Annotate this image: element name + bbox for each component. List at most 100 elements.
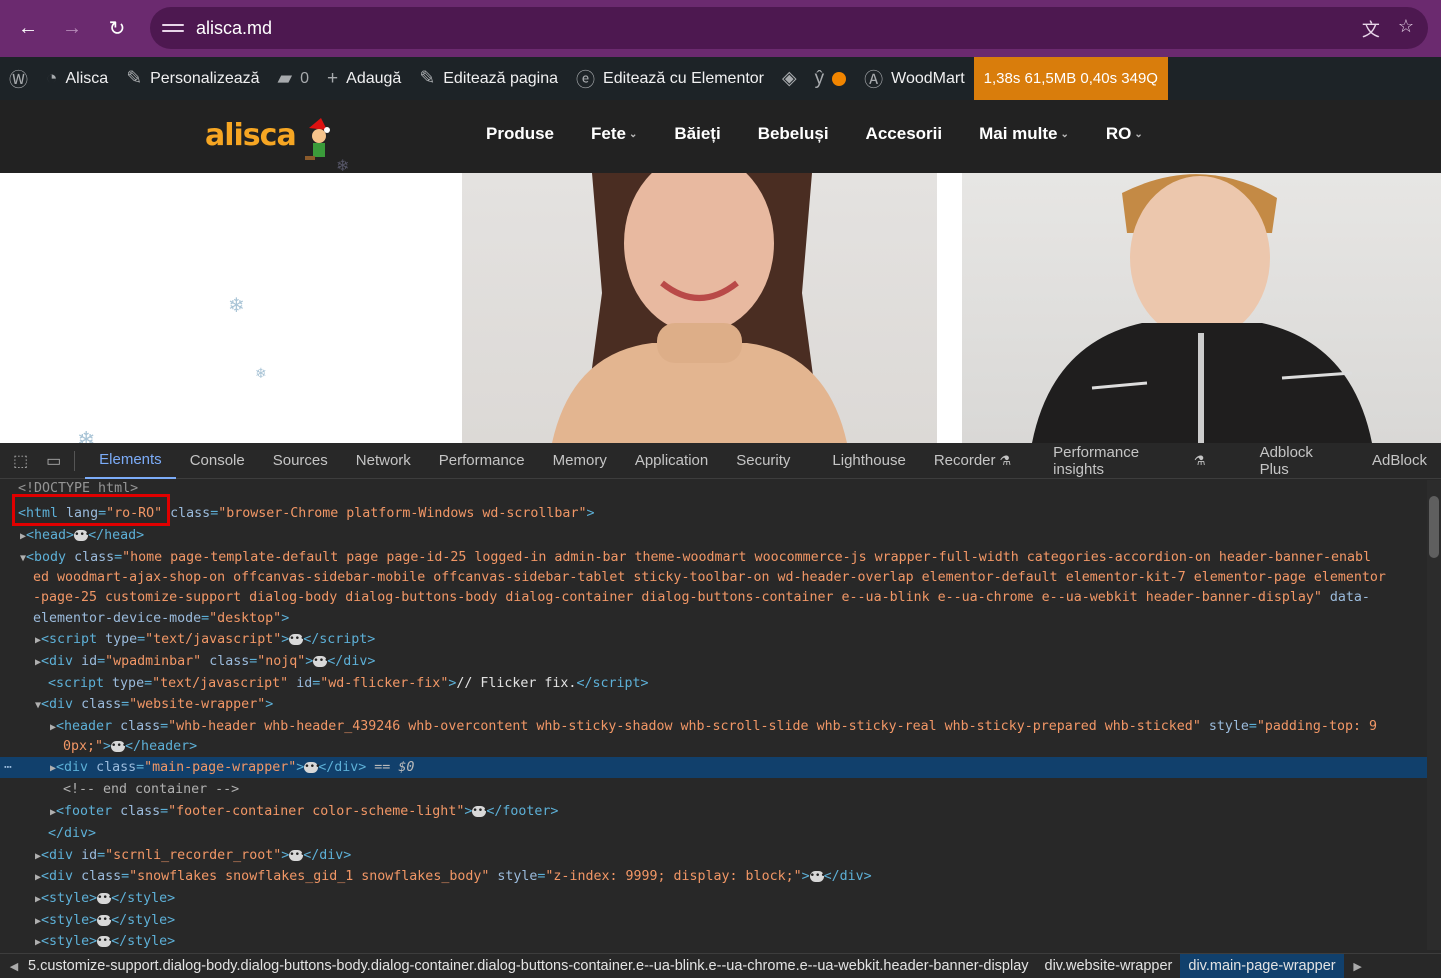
nav-produse[interactable]: Produse [486, 124, 554, 144]
ellipsis-icon[interactable]: ••• [111, 740, 127, 752]
dom-node-wpadminbar[interactable]: ▶<div id="wpadminbar" class="nojq">•••</… [35, 651, 375, 672]
dom-node-style[interactable]: ▶<style>•••</style> [35, 888, 175, 909]
chevron-down-icon: ⌄ [1060, 128, 1069, 140]
diamond-menu[interactable]: ◈ [773, 57, 806, 100]
attr-value: "padding-top: 9 [1256, 719, 1377, 734]
yoast-menu[interactable]: ŷ [806, 57, 856, 100]
reload-icon[interactable]: ↻ [99, 10, 135, 46]
tab-application[interactable]: Application [621, 443, 722, 479]
ellipsis-icon[interactable]: ••• [809, 870, 826, 882]
tab-sources[interactable]: Sources [259, 443, 342, 479]
comment-icon: ▰ [277, 68, 293, 89]
tab-adblock[interactable]: AdBlock [1358, 443, 1441, 479]
nav-bebelusi[interactable]: Bebeluși [758, 124, 829, 144]
tab-performance[interactable]: Performance [425, 443, 539, 479]
dom-node-website-wrapper[interactable]: ▼<div class="website-wrapper"> [35, 694, 273, 715]
dom-node-main-page-wrapper[interactable]: ▶<div class="main-page-wrapper">•••</div… [50, 757, 414, 778]
ellipsis-icon[interactable]: ••• [304, 761, 321, 773]
ellipsis-icon[interactable]: ••• [289, 849, 306, 861]
tab-recorder[interactable]: Recorder ⚗ [920, 443, 1025, 479]
breadcrumb-website-wrapper[interactable]: div.website-wrapper [1037, 954, 1181, 978]
dom-comment[interactable]: <!-- end container --> [63, 779, 239, 800]
tab-adblock-plus[interactable]: Adblock Plus [1246, 443, 1358, 479]
translate-icon[interactable]: 文 [1362, 16, 1380, 42]
dom-node-footer[interactable]: ▶<footer class="footer-container color-s… [50, 801, 558, 822]
edit-elementor-label: Editează cu Elementor [603, 69, 765, 87]
dom-node-style[interactable]: ▶<style>•••</style> [35, 910, 175, 931]
bookmark-star-icon[interactable]: ☆ [1398, 16, 1414, 42]
breadcrumb-main-page-wrapper[interactable]: div.main-page-wrapper [1180, 953, 1344, 978]
body-class-part: -page-25 customize-support dialog-body d… [33, 590, 1314, 605]
dom-node-style[interactable]: ▶<style>•••</style> [35, 931, 175, 950]
scroll-right-icon[interactable]: ▶ [1344, 960, 1372, 973]
url-text[interactable]: alisca.md [196, 18, 272, 39]
attr-value: "browser-Chrome platform-Windows wd-scro… [218, 506, 587, 521]
wp-logo-menu[interactable]: Ⓦ [0, 57, 37, 100]
scroll-left-icon[interactable]: ◀ [0, 960, 28, 973]
tab-network[interactable]: Network [342, 443, 425, 479]
tab-memory[interactable]: Memory [539, 443, 621, 479]
nav-fete[interactable]: Fete ⌄ [591, 124, 637, 144]
comments-link[interactable]: ▰ 0 [269, 57, 319, 100]
site-logo[interactable]: alisca [205, 114, 355, 170]
experiment-flask-icon: ⚗ [1193, 452, 1206, 468]
tab-console[interactable]: Console [176, 443, 259, 479]
snowflake-icon: ❄ [228, 295, 245, 317]
query-monitor-stats[interactable]: 1,38s 61,5MB 0,40s 349Q [973, 57, 1168, 100]
customize-link[interactable]: ✎ Personalizează [117, 57, 268, 100]
tab-elements[interactable]: Elements [85, 443, 176, 479]
edit-page-label: Editează pagina [443, 69, 559, 87]
node-actions-icon[interactable]: ⋯ [4, 757, 12, 778]
ellipsis-icon[interactable]: ••• [289, 633, 306, 645]
ellipsis-icon[interactable]: ••• [97, 892, 113, 904]
attr-value: "wpadminbar" [105, 654, 202, 669]
tab-lighthouse[interactable]: Lighthouse [818, 443, 919, 479]
add-new-menu[interactable]: + Adaugă [318, 57, 410, 100]
scrollbar-thumb[interactable] [1429, 496, 1439, 558]
ellipsis-icon[interactable]: ••• [472, 805, 489, 817]
dom-breadcrumb: ◀ 5.customize-support.dialog-body.dialog… [0, 953, 1441, 978]
dom-node-body[interactable]: ▼<body class="home page-template-default… [20, 547, 1371, 568]
body-class-continued: ed woodmart-ajax-shop-on offcanvas-sideb… [33, 570, 1386, 585]
nav-label: RO [1105, 124, 1132, 143]
nav-language[interactable]: RO ⌄ [1106, 124, 1143, 144]
attr-value: "website-wrapper" [129, 697, 266, 712]
nav-label: Bebeluși [757, 124, 829, 143]
tab-security[interactable]: Security [722, 443, 804, 479]
edit-elementor-link[interactable]: ⓔ Editează cu Elementor [567, 57, 773, 100]
attr-value: "z-index: 9999; display: block;" [545, 869, 802, 884]
attr-value: "nojq" [257, 654, 306, 669]
nav-mai-multe[interactable]: Mai multe ⌄ [979, 124, 1069, 144]
tab-performance-insights[interactable]: Performance insights ⚗ [1039, 443, 1219, 479]
forward-icon[interactable]: → [54, 10, 90, 46]
attr-value: "whb-header whb-header_439246 whb-overco… [168, 719, 1201, 734]
ellipsis-icon[interactable]: ••• [313, 655, 330, 667]
back-icon[interactable]: ← [10, 10, 46, 46]
device-toolbar-icon[interactable]: ▭ [37, 443, 70, 479]
woodmart-menu[interactable]: Ⓐ WoodMart [855, 57, 974, 100]
closing-div[interactable]: </div> [48, 823, 96, 844]
ellipsis-icon[interactable]: ••• [97, 935, 113, 947]
tag-name: style [49, 913, 90, 928]
dom-node-head[interactable]: ▶<head>•••</head> [20, 525, 144, 546]
site-info-icon[interactable] [162, 24, 184, 32]
site-name-menu[interactable]: ◔ Alisca [37, 57, 117, 100]
product-photo-boy[interactable] [962, 173, 1441, 443]
product-photo-girl[interactable] [462, 173, 937, 443]
dom-node-recorder[interactable]: ▶<div id="scrnli_recorder_root">•••</div… [35, 845, 351, 866]
breadcrumb-body[interactable]: 5.customize-support.dialog-body.dialog-b… [28, 954, 1037, 978]
address-bar[interactable]: alisca.md 文 ☆ [150, 7, 1428, 49]
seo-status-dot [832, 71, 847, 86]
dom-node-snowflakes[interactable]: ▶<div class="snowflakes snowflakes_gid_1… [35, 866, 872, 887]
hero-banner: ❄ ❄ ❄ [0, 173, 1441, 443]
ellipsis-icon[interactable]: ••• [97, 914, 113, 926]
selected-marker: == $0 [374, 760, 415, 775]
edit-page-link[interactable]: ✎ Editează pagina [410, 57, 567, 100]
dom-node-script[interactable]: ▶<script type="text/javascript">•••</scr… [35, 629, 375, 650]
nav-baieti[interactable]: Băieți [674, 124, 720, 144]
nav-accesorii[interactable]: Accesorii [866, 124, 943, 144]
ellipsis-icon[interactable]: ••• [74, 529, 90, 541]
inspect-element-icon[interactable]: ⬚ [4, 443, 37, 479]
dom-node-header[interactable]: ▶<header class="whb-header whb-header_43… [50, 716, 1377, 737]
dom-node-flicker-script[interactable]: <script type="text/javascript" id="wd-fl… [48, 673, 649, 694]
